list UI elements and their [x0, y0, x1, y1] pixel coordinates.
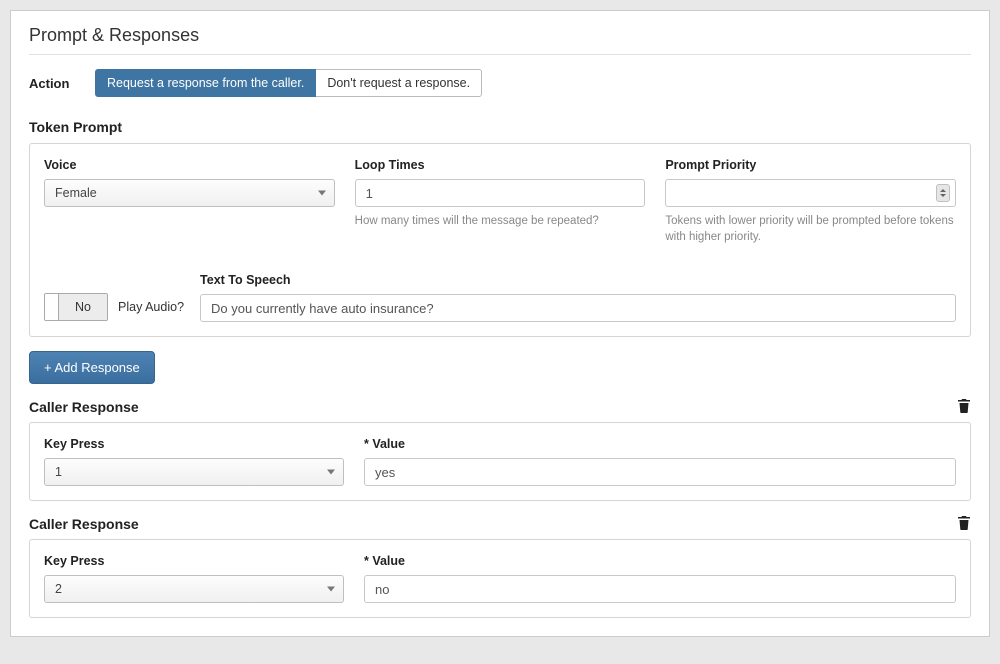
action-row: Action Request a response from the calle…: [29, 69, 971, 97]
action-label: Action: [29, 76, 95, 91]
token-prompt-title: Token Prompt: [29, 119, 971, 135]
prompt-priority-field: Prompt Priority Tokens with lower priori…: [665, 158, 956, 245]
value-input[interactable]: [364, 458, 956, 486]
play-audio-toggle[interactable]: No: [44, 293, 108, 321]
page-title: Prompt & Responses: [29, 25, 971, 55]
toggle-handle: [45, 294, 59, 320]
action-option-dont-request[interactable]: Don't request a response.: [316, 69, 482, 97]
arrow-down-icon: [940, 194, 946, 197]
prompt-responses-panel: Prompt & Responses Action Request a resp…: [10, 10, 990, 637]
value-input[interactable]: [364, 575, 956, 603]
caller-response-title: Caller Response: [29, 399, 139, 415]
loop-times-field: Loop Times How many times will the messa…: [355, 158, 646, 245]
voice-field: Voice Female: [44, 158, 335, 245]
value-label: * Value: [364, 554, 956, 568]
add-response-button[interactable]: + Add Response: [29, 351, 155, 384]
key-press-value: 2: [55, 582, 62, 596]
caller-response-header: Caller Response: [29, 398, 971, 416]
prompt-priority-input[interactable]: [665, 179, 956, 207]
key-press-field: Key Press 2: [44, 554, 344, 603]
loop-times-input[interactable]: [355, 179, 646, 207]
caller-response-box: Key Press 2 * Value: [29, 539, 971, 618]
arrow-up-icon: [940, 189, 946, 192]
priority-stepper[interactable]: [936, 184, 950, 202]
prompt-priority-label: Prompt Priority: [665, 158, 956, 172]
loop-times-label: Loop Times: [355, 158, 646, 172]
value-field: * Value: [364, 437, 956, 486]
caller-response-title: Caller Response: [29, 516, 139, 532]
chevron-down-icon: [327, 470, 335, 475]
key-press-label: Key Press: [44, 554, 344, 568]
chevron-down-icon: [318, 191, 326, 196]
key-press-label: Key Press: [44, 437, 344, 451]
caller-response-header: Caller Response: [29, 515, 971, 533]
tts-input[interactable]: [200, 294, 956, 322]
key-press-select[interactable]: 1: [44, 458, 344, 486]
caller-response-box: Key Press 1 * Value: [29, 422, 971, 501]
key-press-field: Key Press 1: [44, 437, 344, 486]
voice-label: Voice: [44, 158, 335, 172]
trash-icon[interactable]: [957, 398, 971, 416]
token-prompt-box: Voice Female Loop Times How many times w…: [29, 143, 971, 337]
loop-times-help: How many times will the message be repea…: [355, 213, 646, 229]
voice-select[interactable]: Female: [44, 179, 335, 207]
action-segmented-control: Request a response from the caller. Don'…: [95, 69, 482, 97]
key-press-select[interactable]: 2: [44, 575, 344, 603]
prompt-priority-help: Tokens with lower priority will be promp…: [665, 213, 956, 245]
play-audio-label: Play Audio?: [118, 300, 184, 314]
action-option-request[interactable]: Request a response from the caller.: [95, 69, 316, 97]
play-audio-field: No Play Audio?: [44, 293, 184, 321]
tts-label: Text To Speech: [200, 273, 956, 287]
value-label: * Value: [364, 437, 956, 451]
trash-icon[interactable]: [957, 515, 971, 533]
value-field: * Value: [364, 554, 956, 603]
key-press-value: 1: [55, 465, 62, 479]
voice-value: Female: [55, 186, 97, 200]
chevron-down-icon: [327, 587, 335, 592]
tts-field: Text To Speech: [200, 273, 956, 322]
play-audio-value: No: [59, 294, 107, 320]
